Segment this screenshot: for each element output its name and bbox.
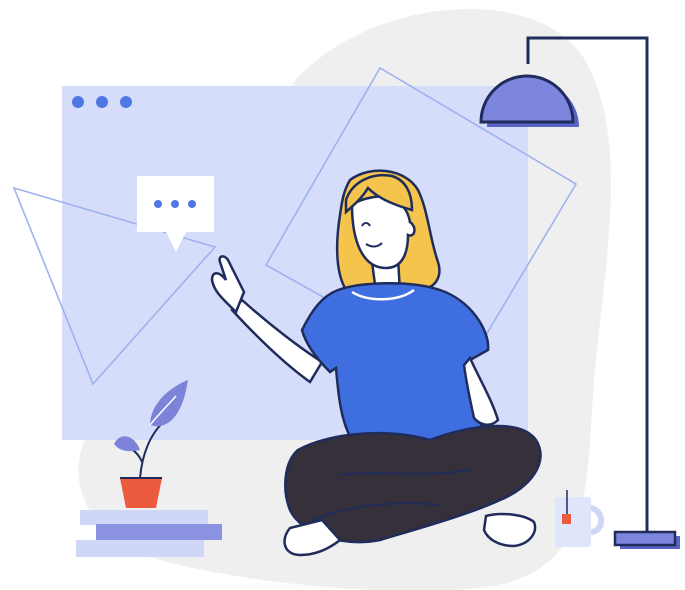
bubble-dot-icon — [171, 200, 179, 208]
window-dot-icon — [120, 96, 132, 108]
window-dot-icon — [72, 96, 84, 108]
illustration-canvas — [12, 9, 680, 590]
books-icon — [76, 510, 222, 557]
mug-icon — [555, 490, 605, 547]
bubble-dot-icon — [154, 200, 162, 208]
illustration-scene — [0, 0, 685, 590]
tea-tag-icon — [562, 514, 571, 524]
window-dot-icon — [96, 96, 108, 108]
bubble-dot-icon — [188, 200, 196, 208]
